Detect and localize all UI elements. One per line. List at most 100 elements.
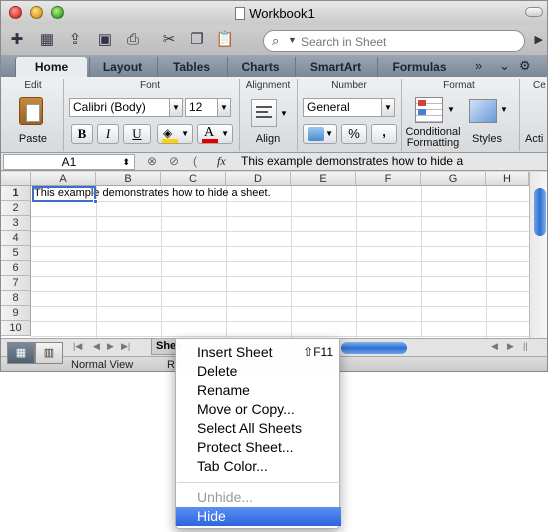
font-size-select[interactable]: 12 ▼ bbox=[185, 98, 231, 117]
column-header[interactable]: A bbox=[31, 172, 96, 186]
column-header[interactable]: F bbox=[356, 172, 421, 186]
menu-item-select-all-sheets[interactable]: Select All Sheets bbox=[176, 419, 341, 438]
horizontal-scroll-thumb[interactable] bbox=[341, 342, 407, 354]
cancel-icon[interactable]: ⊗ bbox=[147, 154, 157, 168]
gridline bbox=[31, 201, 529, 202]
split-handle-icon[interactable]: || bbox=[523, 341, 528, 351]
column-header[interactable]: B bbox=[96, 172, 161, 186]
column-header[interactable]: H bbox=[486, 172, 529, 186]
collapse-ribbon-icon[interactable]: ⌄ bbox=[499, 58, 510, 74]
scroll-left-icon[interactable]: ◀ bbox=[491, 341, 498, 352]
name-box-stepper-icon[interactable]: ⬍ bbox=[122, 155, 130, 169]
row-header[interactable]: 10 bbox=[1, 321, 31, 336]
chevron-down-icon: ▼ bbox=[447, 105, 455, 114]
row-header[interactable]: 5 bbox=[1, 246, 31, 261]
chevron-down-icon: ▼ bbox=[221, 129, 229, 138]
select-all-corner[interactable] bbox=[1, 172, 31, 186]
more-tabs-icon[interactable]: » bbox=[475, 58, 482, 73]
tab-home[interactable]: Home bbox=[15, 57, 87, 77]
scroll-right-icon[interactable]: ▶ bbox=[507, 341, 514, 352]
cut-icon[interactable]: ✂ bbox=[159, 30, 179, 50]
search-field[interactable]: ⌕ ▼ Search in Sheet bbox=[263, 30, 525, 52]
column-header[interactable]: D bbox=[226, 172, 291, 186]
accept-icon[interactable]: ⊘ bbox=[169, 154, 179, 168]
comma-style-button[interactable]: , bbox=[371, 124, 397, 144]
fill-bucket-icon: ◈ bbox=[163, 126, 173, 140]
actions-button[interactable]: Acti bbox=[525, 133, 547, 145]
column-header[interactable]: C bbox=[161, 172, 226, 186]
open-icon[interactable]: ⇪ bbox=[65, 30, 85, 50]
menu-item-insert-sheet[interactable]: Insert Sheet ⇧F11 bbox=[176, 343, 341, 362]
fill-color-button[interactable]: ◈ ▼ bbox=[157, 124, 193, 144]
chevron-down-icon: ▼ bbox=[288, 35, 297, 45]
templates-icon[interactable]: ▦ bbox=[37, 30, 57, 50]
vertical-scroll-thumb[interactable] bbox=[534, 188, 546, 236]
name-box[interactable]: A1 ⬍ bbox=[3, 154, 135, 170]
search-placeholder: Search in Sheet bbox=[301, 35, 387, 49]
font-family-select[interactable]: Calibri (Body) ▼ bbox=[69, 98, 183, 117]
align-button[interactable]: ▼ Align bbox=[247, 97, 289, 147]
copy-icon[interactable]: ❐ bbox=[187, 30, 207, 50]
menu-item-rename[interactable]: Rename bbox=[176, 381, 341, 400]
row-header[interactable]: 9 bbox=[1, 306, 31, 321]
last-sheet-icon[interactable]: ▶| bbox=[121, 341, 130, 352]
underline-button[interactable]: U bbox=[123, 124, 151, 144]
gridline bbox=[291, 186, 292, 338]
tab-layout[interactable]: Layout bbox=[89, 57, 155, 77]
prev-sheet-icon[interactable]: ◀ bbox=[93, 341, 100, 352]
ribbon-divider bbox=[239, 79, 240, 151]
insert-function-button[interactable]: fx bbox=[217, 154, 226, 169]
paste-button[interactable]: Paste bbox=[11, 95, 55, 147]
standard-toolbar: ✚ ▦ ⇪ ▣ ⎙ ✂ ❐ 📋 ⌕ ▼ Search in Sheet ▶ bbox=[1, 25, 547, 55]
menu-item-protect-sheet[interactable]: Protect Sheet... bbox=[176, 438, 341, 457]
tab-smartart[interactable]: SmartArt bbox=[295, 57, 375, 77]
formula-bar: A1 ⬍ ⊗ ⊘ ( fx This example demonstrates … bbox=[1, 153, 547, 171]
row-header[interactable]: 6 bbox=[1, 261, 31, 276]
toolbar-overflow-icon[interactable]: ▶ bbox=[535, 33, 543, 46]
save-icon[interactable]: ▣ bbox=[95, 30, 115, 50]
number-format-select[interactable]: General ▼ bbox=[303, 98, 395, 117]
fill-handle[interactable] bbox=[93, 199, 98, 204]
normal-view-button[interactable]: ▦ bbox=[7, 342, 35, 364]
vertical-scrollbar[interactable] bbox=[529, 172, 547, 338]
formula-content[interactable]: This example demonstrates how to hide a bbox=[241, 154, 463, 168]
paste-icon[interactable]: 📋 bbox=[215, 30, 235, 50]
menu-item-hide[interactable]: Hide bbox=[176, 507, 341, 526]
bold-button[interactable]: B bbox=[71, 124, 93, 144]
row-header[interactable]: 4 bbox=[1, 231, 31, 246]
gridline bbox=[421, 186, 422, 338]
menu-item-move-or-copy[interactable]: Move or Copy... bbox=[176, 400, 341, 419]
row-header[interactable]: 2 bbox=[1, 201, 31, 216]
font-color-button[interactable]: A ▼ bbox=[197, 124, 233, 144]
tab-formulas[interactable]: Formulas bbox=[377, 57, 461, 77]
row-header[interactable]: 7 bbox=[1, 276, 31, 291]
conditional-formatting-button[interactable]: ▼ Conditional Formatting bbox=[405, 95, 463, 151]
next-sheet-icon[interactable]: ▶ bbox=[107, 341, 114, 352]
page-layout-view-button[interactable]: ▥ bbox=[35, 342, 63, 364]
worksheet-grid[interactable]: A B C D E F G H 1 2 3 4 5 6 7 8 9 10 Thi bbox=[1, 172, 547, 338]
title-bar[interactable]: Workbook1 bbox=[1, 1, 547, 25]
sheet-context-menu: Insert Sheet ⇧F11 Delete Rename Move or … bbox=[175, 338, 341, 529]
column-header[interactable]: G bbox=[421, 172, 486, 186]
format-group-title: Format bbox=[443, 80, 475, 91]
function-paren-icon[interactable]: ( bbox=[193, 154, 197, 168]
toolbar-toggle-button[interactable] bbox=[525, 7, 543, 17]
tab-charts[interactable]: Charts bbox=[227, 57, 293, 77]
menu-item-tab-color[interactable]: Tab Color... bbox=[176, 457, 341, 476]
gear-icon[interactable]: ⚙ bbox=[519, 58, 531, 74]
menu-item-delete[interactable]: Delete bbox=[176, 362, 341, 381]
row-header[interactable]: 8 bbox=[1, 291, 31, 306]
font-family-value: Calibri (Body) bbox=[73, 100, 146, 114]
new-icon[interactable]: ✚ bbox=[7, 30, 27, 50]
print-icon[interactable]: ⎙ bbox=[123, 30, 143, 50]
styles-button[interactable]: ▼ Styles bbox=[465, 95, 509, 151]
row-header[interactable]: 3 bbox=[1, 216, 31, 231]
menu-separator bbox=[177, 482, 340, 483]
italic-button[interactable]: I bbox=[97, 124, 119, 144]
first-sheet-icon[interactable]: |◀ bbox=[73, 341, 82, 352]
column-header[interactable]: E bbox=[291, 172, 356, 186]
row-header[interactable]: 1 bbox=[1, 186, 31, 201]
accounting-format-button[interactable]: ▼ bbox=[303, 124, 337, 144]
tab-tables[interactable]: Tables bbox=[157, 57, 225, 77]
percent-style-button[interactable]: % bbox=[341, 124, 367, 144]
